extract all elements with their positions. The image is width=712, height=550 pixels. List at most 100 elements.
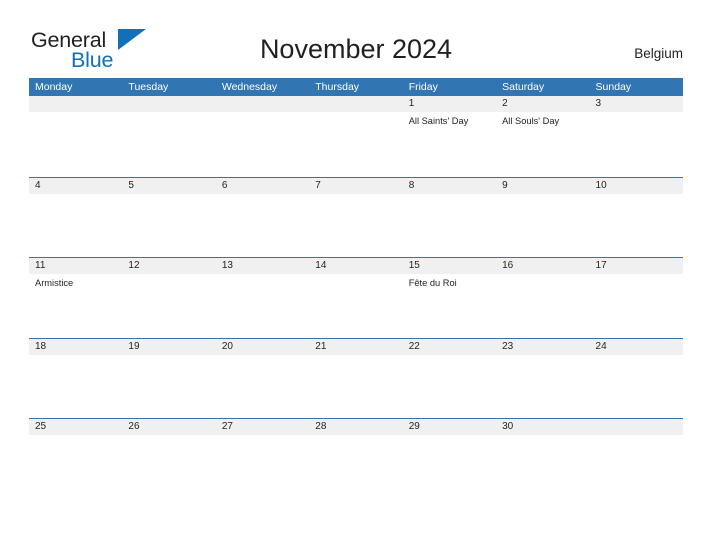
day-number-24[interactable]: 24 bbox=[590, 339, 683, 355]
day-cell-empty bbox=[29, 112, 122, 175]
day-cell-11[interactable]: Armistice bbox=[29, 274, 122, 337]
day-number-15[interactable]: 15 bbox=[403, 258, 496, 274]
day-cell-15[interactable]: Fête du Roi bbox=[403, 274, 496, 337]
day-number-empty bbox=[590, 419, 683, 435]
day-cell-17[interactable] bbox=[590, 274, 683, 337]
day-number-13[interactable]: 13 bbox=[216, 258, 309, 274]
week-event-band: Armistice Fête du Roi bbox=[29, 274, 683, 337]
day-number-1[interactable]: 1 bbox=[403, 96, 496, 112]
day-number-26[interactable]: 26 bbox=[122, 419, 215, 435]
day-cell-30[interactable] bbox=[496, 435, 589, 498]
day-number-6[interactable]: 6 bbox=[216, 178, 309, 194]
day-number-2[interactable]: 2 bbox=[496, 96, 589, 112]
calendar-week-row: 4 5 6 7 8 9 10 bbox=[29, 176, 683, 258]
day-cell-24[interactable] bbox=[590, 355, 683, 418]
day-number-27[interactable]: 27 bbox=[216, 419, 309, 435]
day-cell-5[interactable] bbox=[122, 194, 215, 257]
week-event-band: All Saints' Day All Souls' Day bbox=[29, 112, 683, 175]
day-number-16[interactable]: 16 bbox=[496, 258, 589, 274]
holiday-label: All Saints' Day bbox=[408, 116, 469, 126]
day-cell-1[interactable]: All Saints' Day bbox=[403, 112, 496, 175]
weekday-header-monday: Monday bbox=[35, 81, 73, 93]
day-cell-6[interactable] bbox=[216, 194, 309, 257]
week-date-band: 123 bbox=[29, 96, 683, 112]
day-number-empty bbox=[216, 96, 309, 112]
day-number-22[interactable]: 22 bbox=[403, 339, 496, 355]
day-cell-28[interactable] bbox=[309, 435, 402, 498]
day-number-28[interactable]: 28 bbox=[309, 419, 402, 435]
calendar-week-row: 18 19 20 21 22 23 24 bbox=[29, 337, 683, 419]
day-number-10[interactable]: 10 bbox=[590, 178, 683, 194]
day-cell-25[interactable] bbox=[29, 435, 122, 498]
day-cell-23[interactable] bbox=[496, 355, 589, 418]
day-cell-9[interactable] bbox=[496, 194, 589, 257]
day-cell-empty bbox=[590, 435, 683, 498]
calendar-weeks: 1 2 3 All Saints' Day All Souls' Day 4 5 6 7 8 9 10… bbox=[29, 96, 683, 499]
day-number-empty bbox=[122, 96, 215, 112]
day-number-empty bbox=[309, 96, 402, 112]
calendar-week-row: 11 12 13 14 15 16 17 Armistice Fête du Roi bbox=[29, 257, 683, 338]
day-cell-18[interactable] bbox=[29, 355, 122, 418]
week-date-band: 18 19 20 21 22 23 24 bbox=[29, 338, 683, 355]
day-cell-8[interactable] bbox=[403, 194, 496, 257]
day-number-empty bbox=[29, 96, 122, 112]
weekday-header-tuesday: Tuesday bbox=[128, 81, 169, 93]
day-number-25[interactable]: 25 bbox=[29, 419, 122, 435]
holiday-label: Fête du Roi bbox=[408, 278, 457, 288]
day-number-9[interactable]: 9 bbox=[496, 178, 589, 194]
day-number-4[interactable]: 4 bbox=[29, 178, 122, 194]
day-cell-21[interactable] bbox=[309, 355, 402, 418]
day-number-23[interactable]: 23 bbox=[496, 339, 589, 355]
calendar-grid: Monday Tuesday Wednesday Thursday Friday Satu… bbox=[29, 78, 683, 499]
day-cell-13[interactable] bbox=[216, 274, 309, 337]
day-cell-empty bbox=[309, 112, 402, 175]
day-number-11[interactable]: 11 bbox=[29, 258, 122, 274]
day-cell-empty bbox=[216, 112, 309, 175]
holiday-label: All Souls' Day bbox=[502, 116, 560, 126]
calendar-page: General Blue November 2024 Belgium Monda… bbox=[0, 0, 712, 550]
day-cell-7[interactable] bbox=[309, 194, 402, 257]
day-cell-20[interactable] bbox=[216, 355, 309, 418]
day-cell-26[interactable] bbox=[122, 435, 215, 498]
day-number-20[interactable]: 20 bbox=[216, 339, 309, 355]
day-cell-2[interactable]: All Souls' Day bbox=[496, 112, 589, 175]
page-title: November 2024 bbox=[259, 34, 453, 64]
day-number-18[interactable]: 18 bbox=[29, 339, 122, 355]
day-cell-16[interactable] bbox=[496, 274, 589, 337]
day-number-7[interactable]: 7 bbox=[309, 178, 402, 194]
day-cell-4[interactable] bbox=[29, 194, 122, 257]
day-number-17[interactable]: 17 bbox=[590, 258, 683, 274]
week-event-band bbox=[29, 435, 683, 498]
day-number-14[interactable]: 14 bbox=[309, 258, 402, 274]
day-number-8[interactable]: 8 bbox=[403, 178, 496, 194]
day-cell-empty bbox=[122, 112, 215, 175]
day-number-29[interactable]: 29 bbox=[403, 419, 496, 435]
week-date-band: 11 12 13 14 15 16 17 bbox=[29, 258, 683, 274]
day-cell-29[interactable] bbox=[403, 435, 496, 498]
day-number-19[interactable]: 19 bbox=[122, 339, 215, 355]
weekday-header-wednesday: Wednesday bbox=[221, 81, 278, 93]
holiday-label: Armistice bbox=[35, 278, 74, 288]
day-cell-22[interactable] bbox=[403, 355, 496, 418]
day-cell-27[interactable] bbox=[216, 435, 309, 498]
week-date-band: 4 5 6 7 8 9 10 bbox=[29, 177, 683, 194]
day-number-5[interactable]: 5 bbox=[122, 178, 215, 194]
week-event-band bbox=[29, 355, 683, 418]
day-number-12[interactable]: 12 bbox=[122, 258, 215, 274]
country-label: Belgium bbox=[634, 46, 683, 61]
weekday-header-thursday: Thursday bbox=[315, 81, 360, 93]
calendar-week-row: 1 2 3 All Saints' Day All Souls' Day bbox=[29, 96, 683, 177]
day-cell-14[interactable] bbox=[309, 274, 402, 337]
day-number-3[interactable]: 3 bbox=[590, 96, 683, 112]
day-cell-19[interactable] bbox=[122, 355, 215, 418]
week-event-band bbox=[29, 194, 683, 257]
week-date-band: 25 26 27 28 29 30 bbox=[29, 419, 683, 435]
day-number-21[interactable]: 21 bbox=[309, 339, 402, 355]
weekday-header-friday: Friday bbox=[408, 81, 438, 93]
weekday-header-sunday: Sunday bbox=[595, 81, 632, 93]
day-cell-10[interactable] bbox=[590, 194, 683, 257]
day-cell-12[interactable] bbox=[122, 274, 215, 337]
calendar-week-row: 25 26 27 28 29 30 bbox=[29, 418, 683, 499]
day-number-30[interactable]: 30 bbox=[496, 419, 589, 435]
day-cell-3[interactable] bbox=[590, 112, 683, 175]
